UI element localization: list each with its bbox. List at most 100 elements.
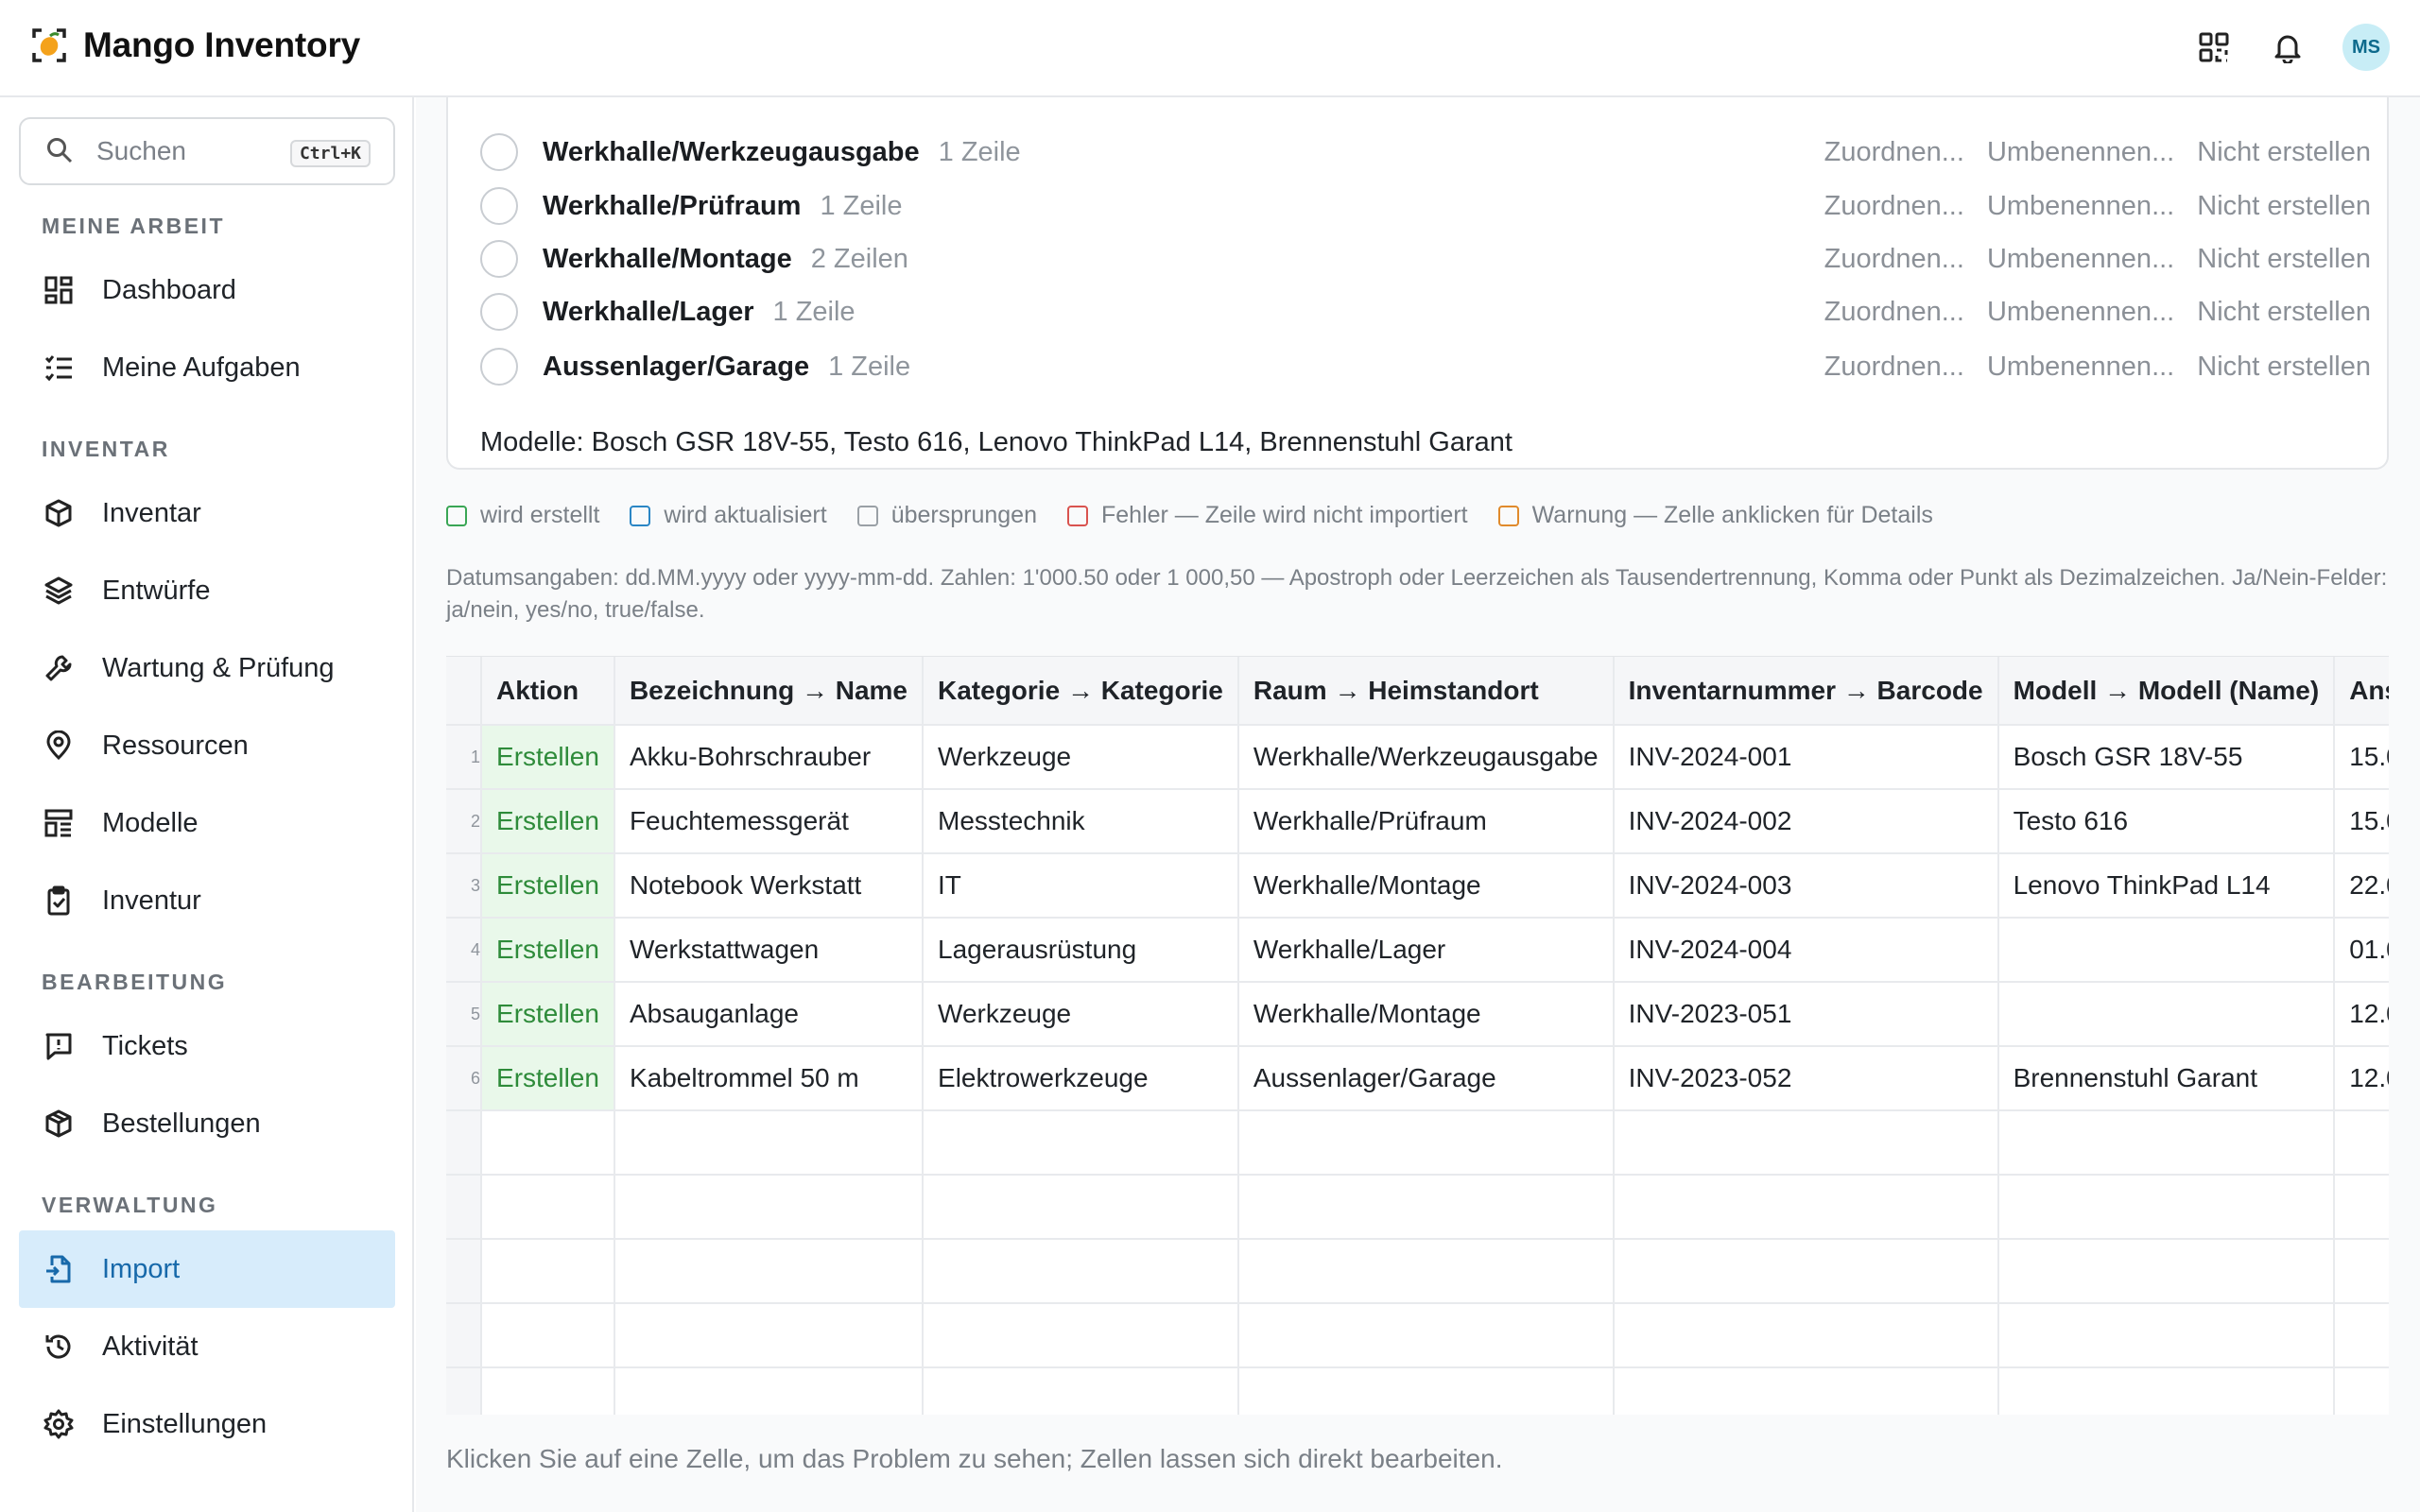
column-header[interactable]: Anschaffung bbox=[2334, 657, 2389, 726]
table-cell[interactable] bbox=[1997, 1110, 2336, 1176]
table-cell[interactable]: INV-2024-004 bbox=[1613, 918, 1999, 983]
table-cell[interactable] bbox=[1237, 1175, 1615, 1240]
column-header[interactable]: Inventarnummer → Barcode bbox=[1613, 657, 1999, 726]
table-cell[interactable]: 15.08.2024 bbox=[2334, 789, 2389, 854]
column-header[interactable]: Modell → Modell (Name) bbox=[1997, 657, 2336, 726]
location-checkbox[interactable] bbox=[480, 293, 518, 331]
rename-link[interactable]: Umbenennen... bbox=[1987, 137, 2174, 168]
table-cell[interactable] bbox=[1613, 1239, 1999, 1304]
table-cell[interactable] bbox=[2334, 1175, 2389, 1240]
table-cell[interactable]: Brennenstuhl Garant bbox=[1997, 1046, 2336, 1111]
table-cell[interactable]: 15.08.2024 bbox=[2334, 725, 2389, 790]
table-cell[interactable] bbox=[2334, 1303, 2389, 1368]
location-checkbox[interactable] bbox=[480, 240, 518, 278]
sidebar-item-ressourcen[interactable]: Ressourcen bbox=[19, 707, 395, 784]
table-cell[interactable]: Werkhalle/Prüfraum bbox=[1237, 789, 1615, 854]
table-cell[interactable] bbox=[1997, 1367, 2336, 1415]
table-cell[interactable] bbox=[923, 1175, 1239, 1240]
sidebar-item-entwuerfe[interactable]: Entwürfe bbox=[19, 552, 395, 629]
rename-link[interactable]: Umbenennen... bbox=[1987, 352, 2174, 383]
skip-link[interactable]: Nicht erstellen bbox=[2197, 244, 2371, 275]
skip-link[interactable]: Nicht erstellen bbox=[2197, 297, 2371, 328]
bell-icon[interactable] bbox=[2263, 23, 2312, 72]
skip-link[interactable]: Nicht erstellen bbox=[2197, 191, 2371, 222]
column-header[interactable]: Aktion bbox=[481, 657, 615, 726]
table-cell[interactable]: 12.03.2023 bbox=[2334, 982, 2389, 1047]
table-cell[interactable]: Werkhalle/Montage bbox=[1237, 982, 1615, 1047]
action-cell[interactable]: Erstellen bbox=[481, 982, 615, 1047]
action-cell[interactable]: Erstellen bbox=[481, 789, 615, 854]
table-cell[interactable] bbox=[1997, 1303, 2336, 1368]
skip-link[interactable]: Nicht erstellen bbox=[2197, 352, 2371, 383]
table-cell[interactable]: INV-2024-003 bbox=[1613, 853, 1999, 919]
table-cell[interactable]: Elektrowerkzeuge bbox=[923, 1046, 1239, 1111]
table-cell[interactable]: Kabeltrommel 50 m bbox=[614, 1046, 925, 1111]
table-cell[interactable] bbox=[2334, 1110, 2389, 1176]
table-cell[interactable] bbox=[923, 1110, 1239, 1176]
table-cell[interactable] bbox=[614, 1239, 925, 1304]
table-cell[interactable]: Feuchtemessgerät bbox=[614, 789, 925, 854]
assign-link[interactable]: Zuordnen... bbox=[1824, 244, 1964, 275]
table-cell[interactable] bbox=[481, 1367, 615, 1415]
table-cell[interactable]: 22.08.2024 bbox=[2334, 853, 2389, 919]
table-cell[interactable]: 12.03.2023 bbox=[2334, 1046, 2389, 1111]
sidebar-item-tickets[interactable]: Tickets bbox=[19, 1007, 395, 1085]
column-header[interactable]: Bezeichnung → Name bbox=[614, 657, 925, 726]
table-cell[interactable] bbox=[481, 1303, 615, 1368]
table-cell[interactable]: INV-2023-052 bbox=[1613, 1046, 1999, 1111]
sidebar-item-inventar[interactable]: Inventar bbox=[19, 474, 395, 552]
table-cell[interactable]: INV-2024-002 bbox=[1613, 789, 1999, 854]
sidebar-item-import[interactable]: Import bbox=[19, 1230, 395, 1308]
brand[interactable]: Mango Inventory bbox=[28, 25, 360, 66]
table-cell[interactable]: Werkzeuge bbox=[923, 982, 1239, 1047]
table-cell[interactable]: Aussenlager/Garage bbox=[1237, 1046, 1615, 1111]
table-cell[interactable]: INV-2024-001 bbox=[1613, 725, 1999, 790]
column-header[interactable]: Kategorie → Kategorie bbox=[923, 657, 1239, 726]
table-cell[interactable] bbox=[1237, 1303, 1615, 1368]
table-cell[interactable] bbox=[614, 1303, 925, 1368]
table-cell[interactable]: IT bbox=[923, 853, 1239, 919]
assign-link[interactable]: Zuordnen... bbox=[1824, 137, 1964, 168]
table-cell[interactable]: Werkhalle/Lager bbox=[1237, 918, 1615, 983]
table-cell[interactable]: Bosch GSR 18V-55 bbox=[1997, 725, 2336, 790]
rename-link[interactable]: Umbenennen... bbox=[1987, 297, 2174, 328]
table-cell[interactable] bbox=[1997, 982, 2336, 1047]
table-cell[interactable] bbox=[614, 1110, 925, 1176]
table-cell[interactable] bbox=[1613, 1367, 1999, 1415]
location-checkbox[interactable] bbox=[480, 187, 518, 225]
column-header[interactable]: Raum → Heimstandort bbox=[1237, 657, 1615, 726]
table-cell[interactable]: Werkhalle/Werkzeugausgabe bbox=[1237, 725, 1615, 790]
avatar[interactable]: MS bbox=[2342, 24, 2390, 71]
table-cell[interactable] bbox=[481, 1239, 615, 1304]
table-cell[interactable] bbox=[1237, 1110, 1615, 1176]
table-cell[interactable] bbox=[2334, 1367, 2389, 1415]
table-cell[interactable] bbox=[1237, 1239, 1615, 1304]
sidebar-item-einstellungen[interactable]: Einstellungen bbox=[19, 1385, 395, 1463]
search-input[interactable] bbox=[96, 136, 285, 166]
location-checkbox[interactable] bbox=[480, 133, 518, 171]
rename-link[interactable]: Umbenennen... bbox=[1987, 244, 2174, 275]
location-checkbox[interactable] bbox=[480, 348, 518, 386]
table-cell[interactable] bbox=[1237, 1367, 1615, 1415]
assign-link[interactable]: Zuordnen... bbox=[1824, 352, 1964, 383]
table-cell[interactable] bbox=[2334, 1239, 2389, 1304]
action-cell[interactable]: Erstellen bbox=[481, 918, 615, 983]
table-cell[interactable]: Werkstattwagen bbox=[614, 918, 925, 983]
sidebar-item-dashboard[interactable]: Dashboard bbox=[19, 251, 395, 329]
table-cell[interactable] bbox=[614, 1367, 925, 1415]
table-cell[interactable] bbox=[481, 1175, 615, 1240]
skip-link[interactable]: Nicht erstellen bbox=[2197, 137, 2371, 168]
action-cell[interactable]: Erstellen bbox=[481, 725, 615, 790]
action-cell[interactable]: Erstellen bbox=[481, 1046, 615, 1111]
table-cell[interactable] bbox=[1613, 1303, 1999, 1368]
table-cell[interactable] bbox=[1997, 918, 2336, 983]
rename-link[interactable]: Umbenennen... bbox=[1987, 191, 2174, 222]
assign-link[interactable]: Zuordnen... bbox=[1824, 297, 1964, 328]
table-cell[interactable]: INV-2023-051 bbox=[1613, 982, 1999, 1047]
qr-code-icon[interactable] bbox=[2189, 23, 2238, 72]
table-cell[interactable]: 01.09.2023 bbox=[2334, 918, 2389, 983]
table-cell[interactable] bbox=[1613, 1175, 1999, 1240]
table-cell[interactable]: Akku-Bohrschrauber bbox=[614, 725, 925, 790]
table-cell[interactable]: Werkzeuge bbox=[923, 725, 1239, 790]
table-cell[interactable]: Werkhalle/Montage bbox=[1237, 853, 1615, 919]
